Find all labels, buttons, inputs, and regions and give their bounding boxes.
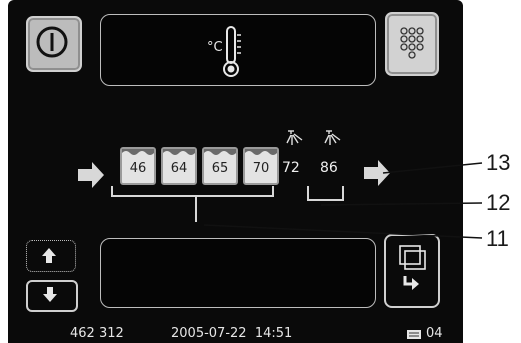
callout-12: 12 (486, 190, 511, 215)
callout-leaders (203, 162, 483, 239)
callout-13: 13 (486, 150, 511, 175)
callout-11: 11 (486, 226, 509, 251)
